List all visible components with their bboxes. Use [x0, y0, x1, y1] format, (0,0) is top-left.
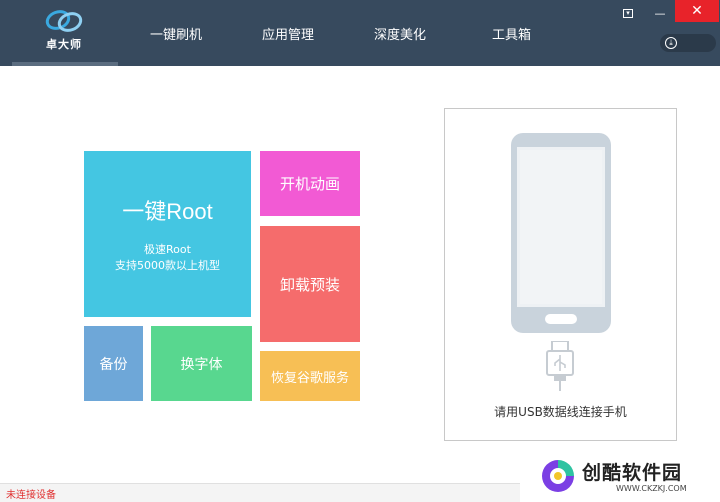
logo-icon — [45, 10, 83, 32]
root-title: 一键Root — [122, 199, 213, 224]
phone-icon — [511, 133, 611, 333]
minimize-icon[interactable]: — — [650, 4, 670, 22]
dropdown-menu-icon[interactable]: ▾ — [620, 4, 636, 22]
watermark-logo-icon — [542, 460, 574, 492]
root-tile[interactable]: 一键Root 极速Root 支持5000款以上机型 — [84, 151, 251, 317]
close-icon[interactable]: ✕ — [675, 0, 719, 22]
connect-instruction: 请用USB数据线连接手机 — [494, 405, 627, 419]
boot-animation-tile[interactable]: 开机动画 — [260, 151, 360, 216]
watermark-url: WWW.CKZKJ.COM — [616, 484, 687, 493]
title-bar: 卓大师 一键刷机 应用管理 深度美化 工具箱 ▾ — ✕ ⤓ — [0, 0, 720, 66]
nav-item-toolbox[interactable]: 工具箱 — [492, 24, 531, 43]
backup-tile[interactable]: 备份 — [84, 326, 143, 401]
active-tab-indicator — [12, 62, 118, 66]
nav-item-flash[interactable]: 一键刷机 — [150, 24, 202, 43]
watermark-title: 创酷软件园 — [582, 462, 683, 484]
nav-item-app-manage[interactable]: 应用管理 — [262, 24, 314, 43]
app-logo[interactable]: 卓大师 — [36, 6, 92, 56]
uninstall-preinstalled-tile[interactable]: 卸载预装 — [260, 226, 360, 342]
download-icon: ⤓ — [665, 37, 677, 49]
download-button[interactable]: ⤓ — [660, 34, 716, 52]
device-connect-panel: 请用USB数据线连接手机 — [444, 108, 677, 441]
watermark: 创酷软件园 WWW.CKZKJ.COM — [520, 452, 720, 502]
logo-text: 卓大师 — [46, 38, 82, 51]
change-font-tile[interactable]: 换字体 — [151, 326, 252, 401]
root-subtitle-models: 支持5000款以上机型 — [115, 259, 220, 272]
connection-status: 未连接设备 — [6, 490, 56, 501]
restore-google-services-tile[interactable]: 恢复谷歌服务 — [260, 351, 360, 401]
nav-item-beautify[interactable]: 深度美化 — [374, 24, 426, 43]
usb-cable-icon — [546, 341, 574, 391]
root-subtitle-speed: 极速Root — [144, 243, 191, 256]
